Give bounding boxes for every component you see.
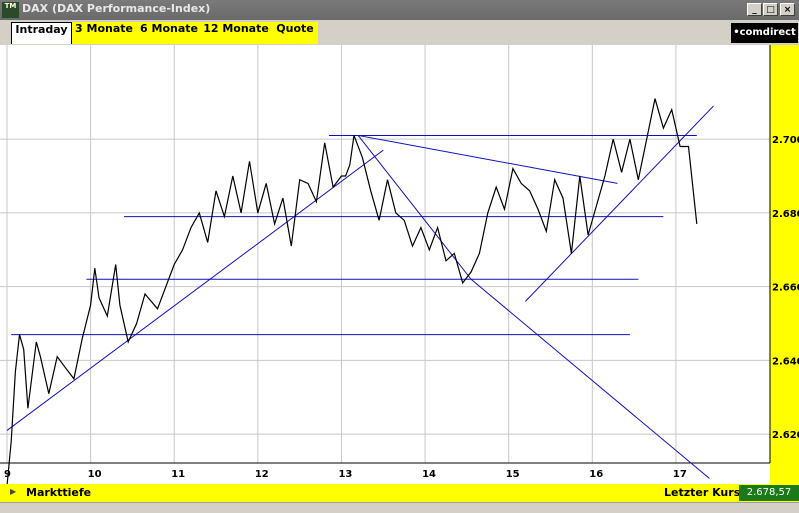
bottom-bar: ▶ Markttiefe Letzter Kurs: [0, 484, 799, 502]
x-tick-label-12: 12: [255, 469, 269, 480]
last-price-label: Letzter Kurs: [664, 486, 741, 499]
tab-intraday[interactable]: Intraday: [11, 22, 72, 44]
maximize-button[interactable]: □: [763, 3, 778, 16]
x-tick-label-16: 16: [589, 469, 603, 480]
window-title: DAX (DAX Performance-Index): [22, 2, 211, 15]
y-tick-label-2: 2.660: [772, 283, 799, 294]
y-tick-label-0: 2.620: [772, 430, 799, 441]
comdirect-logo: •comdirect: [731, 23, 798, 43]
x-tick-label-14: 14: [422, 469, 436, 480]
y-tick-label-1: 2.640: [772, 356, 799, 367]
x-tick-label-15: 15: [506, 469, 520, 480]
x-tick-label-9: 9: [4, 469, 11, 480]
y-axis-panel: [770, 45, 799, 484]
x-tick-label-13: 13: [338, 469, 352, 480]
last-price-value: 2.678,57: [739, 485, 799, 501]
close-button[interactable]: ×: [780, 3, 795, 16]
status-bar: [0, 502, 799, 513]
y-tick-label-3: 2.680: [772, 209, 799, 220]
minimize-button[interactable]: _: [747, 3, 762, 16]
tab-12-monate[interactable]: 12 Monate: [203, 22, 269, 44]
x-tick-label-11: 11: [171, 469, 185, 480]
price-chart: 9 10 11 12 13 14 15 16 17 2.620 2.640 2.660 2.680 2.…: [0, 45, 799, 484]
x-tick-label-10: 10: [88, 469, 102, 480]
markttiefe-link[interactable]: Markttiefe: [26, 486, 91, 499]
app-icon: TM: [2, 2, 19, 18]
y-tick-label-4: 2.700: [772, 135, 799, 146]
tab-3-monate[interactable]: 3 Monate: [74, 22, 134, 44]
x-tick-label-17: 17: [673, 469, 687, 480]
tab-6-monate[interactable]: 6 Monate: [139, 22, 199, 44]
window-titlebar: TM DAX (DAX Performance-Index) _ □ ×: [0, 0, 799, 20]
triangle-right-icon[interactable]: ▶: [10, 487, 16, 496]
tab-quote[interactable]: Quote: [274, 22, 316, 44]
